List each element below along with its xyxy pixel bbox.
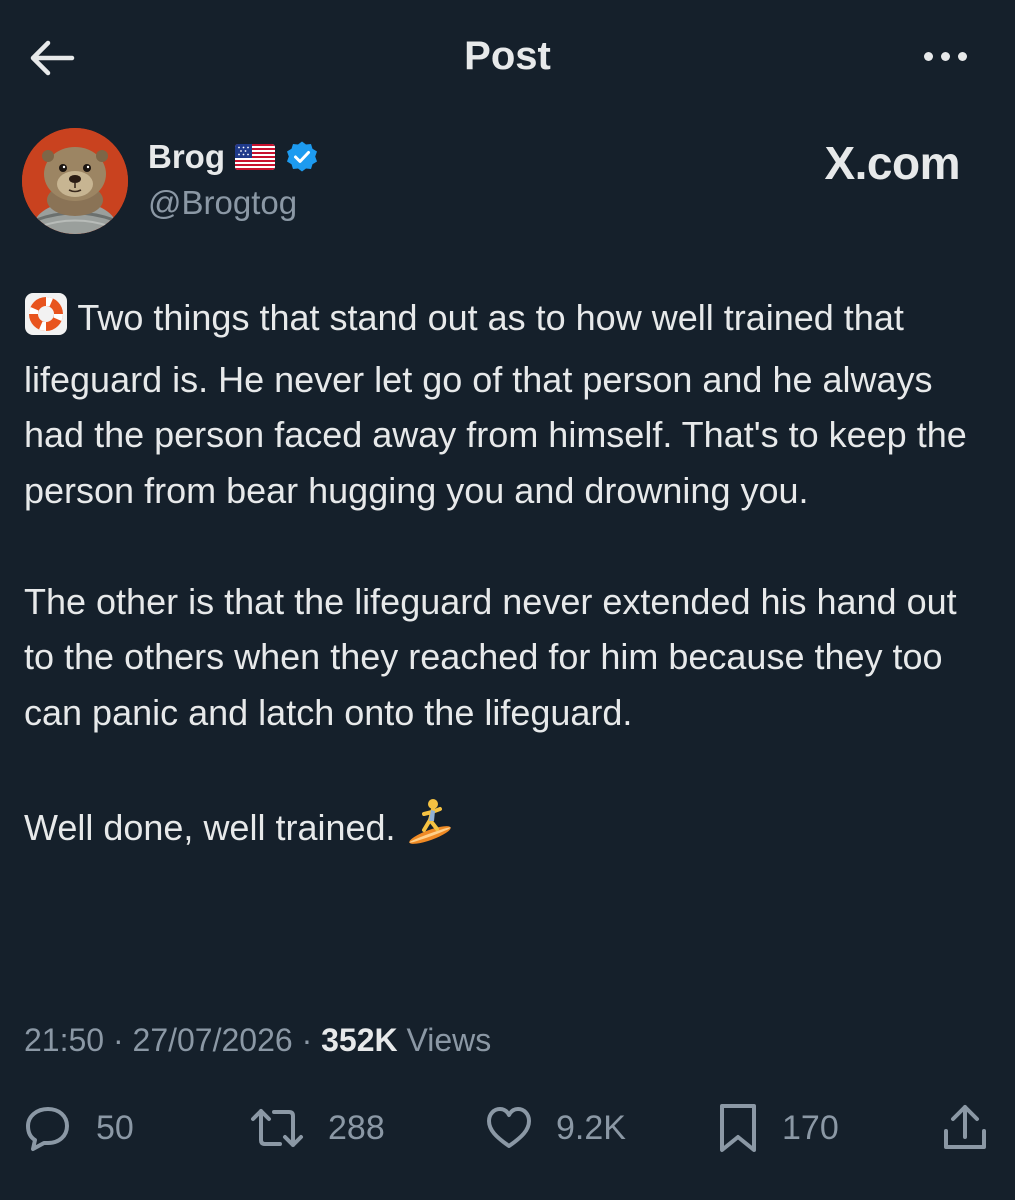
user-handle[interactable]: @Brogtog [148,184,297,222]
display-name[interactable]: Brog [148,138,225,176]
heart-icon [487,1107,531,1148]
like-count: 9.2K [556,1108,626,1147]
bookmark-icon [720,1104,756,1152]
repost-count: 288 [328,1108,385,1147]
reply-count: 50 [96,1108,134,1147]
post-date: 27/07/2026 [132,1022,293,1058]
action-bar: 50 288 9.2K 170 [0,1095,1015,1165]
post-paragraph: Two things that stand out as to how well… [24,290,992,518]
views-count[interactable]: 352K [321,1022,398,1058]
post-time: 21:50 [24,1022,105,1058]
paragraph-text: Well done, well trained. [24,806,396,848]
us-flag-icon [235,144,275,170]
surfer-icon [406,796,456,862]
meta-separator: · [301,1022,313,1058]
page-title: Post [464,34,551,78]
like-button[interactable]: 9.2K [484,1095,626,1161]
more-dot [940,51,950,61]
verified-badge-icon[interactable] [285,140,319,174]
bookmark-count: 170 [782,1108,839,1147]
bookmark-button[interactable]: 170 [716,1095,839,1161]
views-label: Views [406,1022,492,1058]
repost-icon [251,1109,303,1147]
post-paragraph: Well done, well trained. [24,796,992,862]
more-dot [923,51,933,61]
otter-avatar-icon [22,128,128,234]
post-author: Brog @Brogtog X.com [22,128,982,234]
post-paragraph: The other is that the lifeguard never ex… [24,580,957,733]
post-body: Two things that stand out as to how well… [24,290,992,861]
more-options-button[interactable] [915,34,975,78]
name-row: Brog [148,138,319,176]
site-watermark: X.com [824,137,960,189]
ring-buoy-icon [24,292,68,352]
share-button[interactable] [940,1095,990,1161]
paragraph-text: Two things that stand out as to how well… [24,297,967,511]
reply-icon [26,1107,69,1151]
share-icon [944,1105,986,1149]
post-metadata: 21:50 · 27/07/2026 · 352K Views [24,1022,491,1059]
more-dot [957,51,967,61]
top-bar: Post [0,0,1015,112]
repost-button[interactable]: 288 [248,1095,385,1161]
reply-button[interactable]: 50 [22,1095,134,1161]
meta-separator: · [112,1022,124,1058]
avatar[interactable] [22,128,128,234]
